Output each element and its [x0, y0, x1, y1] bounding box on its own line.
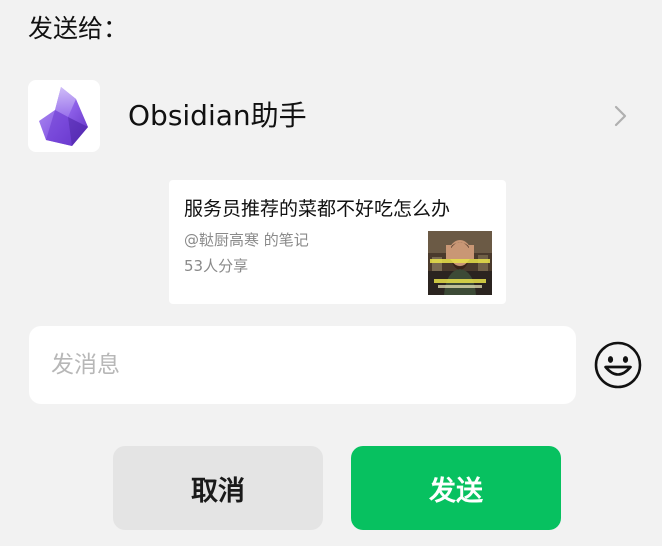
recipient-avatar — [28, 80, 100, 152]
send-to-label: 发送给： — [28, 14, 129, 43]
note-author: @鞑厨高寒 的笔记 — [184, 231, 309, 249]
note-thumbnail-image — [428, 231, 492, 295]
cancel-button[interactable]: 取消 — [113, 446, 323, 530]
note-share-count: 53人分享 — [184, 257, 249, 275]
shared-note-card: 服务员推荐的菜都不好吃怎么办 @鞑厨高寒 的笔记 53人分享 — [169, 180, 506, 304]
chevron-right-icon — [614, 105, 627, 127]
smiley-face-icon — [594, 341, 642, 389]
recipient-name: Obsidian助手 — [128, 99, 307, 132]
message-input[interactable] — [29, 326, 576, 404]
obsidian-crystal-icon — [39, 87, 88, 146]
send-button[interactable]: 发送 — [351, 446, 561, 530]
recipient-row[interactable]: Obsidian助手 — [28, 80, 638, 152]
note-thumbnail — [428, 231, 492, 295]
emoji-button[interactable] — [593, 340, 643, 390]
note-title: 服务员推荐的菜都不好吃怎么办 — [184, 198, 451, 220]
